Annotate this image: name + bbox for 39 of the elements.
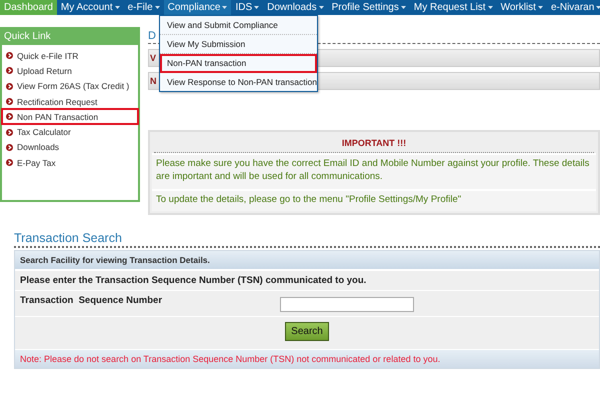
instruction-text: Please enter the Transaction Sequence Number (TSN) communicated to you. xyxy=(15,271,599,292)
arrow-bullet-icon xyxy=(6,82,13,90)
quick-link[interactable]: View Form 26AS (Tax Credit ) xyxy=(2,78,138,94)
arrow-bullet-icon xyxy=(6,98,13,106)
arrow-bullet-icon xyxy=(6,52,13,60)
menu-item[interactable]: Worklist xyxy=(496,0,547,15)
panel-title: Quick Link xyxy=(3,30,52,44)
arrow-bullet-icon xyxy=(6,144,13,151)
menu-item[interactable]: Compliance xyxy=(164,0,232,15)
field-label: Transaction Sequence Number xyxy=(20,295,164,306)
arrow-bullet-icon xyxy=(6,128,13,136)
menu-item[interactable]: My Request List xyxy=(410,0,497,15)
notice-text: Please make sure you have the correct Email ID and Mobile Number against your profile. These details are important and will be used for all communications. xyxy=(152,153,596,189)
menu-item[interactable]: e-Nivaran xyxy=(546,0,600,15)
quick-link[interactable]: Quick e-File ITR xyxy=(2,48,138,64)
menu-item[interactable]: IDS xyxy=(231,0,264,15)
notice-text: To update the details, please go to the menu "Profile Settings/My Profile" xyxy=(152,188,596,212)
quick-link[interactable]: Non PAN Transaction xyxy=(2,109,138,124)
menu-item[interactable]: Downloads xyxy=(263,0,328,15)
menu-item[interactable]: Profile Settings xyxy=(328,0,410,15)
quick-link[interactable]: Downloads xyxy=(2,140,138,156)
quick-link[interactable]: Rectification Request xyxy=(2,94,138,110)
section-title: Transaction Search xyxy=(14,231,600,248)
note-text: Note: Please do not search on Transaction Sequence Number (TSN) not communicated or related to you. xyxy=(15,350,599,368)
arrow-bullet-icon xyxy=(6,113,13,120)
input-field[interactable] xyxy=(280,297,414,312)
search-button[interactable]: Search xyxy=(285,322,329,342)
dropdown-item[interactable]: Non-PAN transaction xyxy=(160,54,317,73)
menu-item[interactable]: e-File xyxy=(124,0,164,15)
quick-link[interactable]: Tax Calculator xyxy=(2,124,138,140)
dropdown-item[interactable]: View Response to Non-PAN transaction xyxy=(160,73,317,91)
quick-link[interactable]: Upload Return xyxy=(2,63,138,79)
quick-link[interactable]: E-Pay Tax xyxy=(2,155,138,170)
arrow-bullet-icon xyxy=(6,67,13,74)
panel-header: Search Facility for viewing Transaction Details. xyxy=(15,251,599,272)
arrow-bullet-icon xyxy=(6,159,13,166)
menu-item[interactable]: My Account xyxy=(56,0,124,15)
dropdown-item[interactable]: View My Submission xyxy=(160,35,317,54)
dropdown-item[interactable]: View and Submit Compliance xyxy=(160,16,317,35)
